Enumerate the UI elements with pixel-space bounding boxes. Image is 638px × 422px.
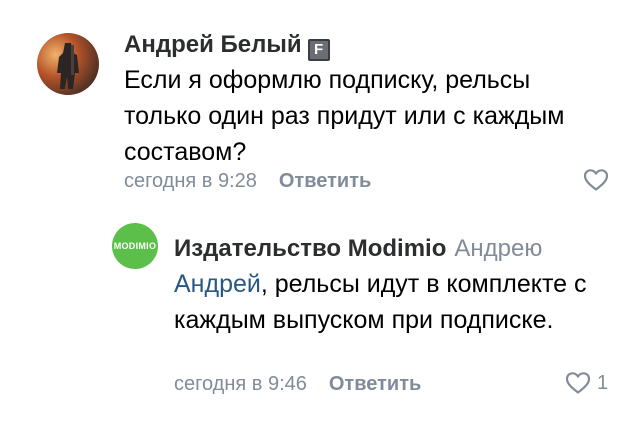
avatar[interactable] — [37, 33, 99, 95]
modimio-logo: MODIMIO — [113, 241, 157, 251]
author-name[interactable]: Издательство Modimio — [174, 235, 446, 262]
like-button[interactable] — [583, 168, 615, 192]
author-name[interactable]: Андрей Белый — [124, 31, 302, 58]
comment-header: Издательство Modimio Андрею — [174, 235, 542, 263]
reply-button[interactable]: Ответить — [329, 373, 421, 395]
reply-button[interactable]: Ответить — [279, 170, 371, 192]
timestamp[interactable]: сегодня в 9:46 — [174, 373, 307, 395]
avatar[interactable]: MODIMIO — [112, 223, 158, 269]
comment-meta: сегодня в 9:46 Ответить — [174, 372, 421, 396]
like-button[interactable]: 1 — [565, 371, 608, 395]
like-count: 1 — [597, 371, 609, 394]
heart-outline-icon — [565, 372, 591, 394]
comment-meta: сегодня в 9:28 Ответить — [124, 169, 371, 193]
comment-text: Андрей, рельсы идут в комплекте с каждым… — [174, 270, 587, 334]
mention-link[interactable]: Андрей — [174, 270, 261, 298]
f-badge-icon: F — [307, 39, 330, 61]
comment-header: Андрей Белый F — [124, 31, 330, 61]
comment-text: Если я оформлю подписку, рельсы только о… — [124, 66, 565, 166]
avatar-image — [37, 33, 99, 95]
reply-to-link[interactable]: Андрею — [454, 235, 542, 262]
timestamp[interactable]: сегодня в 9:28 — [124, 170, 257, 192]
heart-outline-icon — [583, 169, 609, 191]
